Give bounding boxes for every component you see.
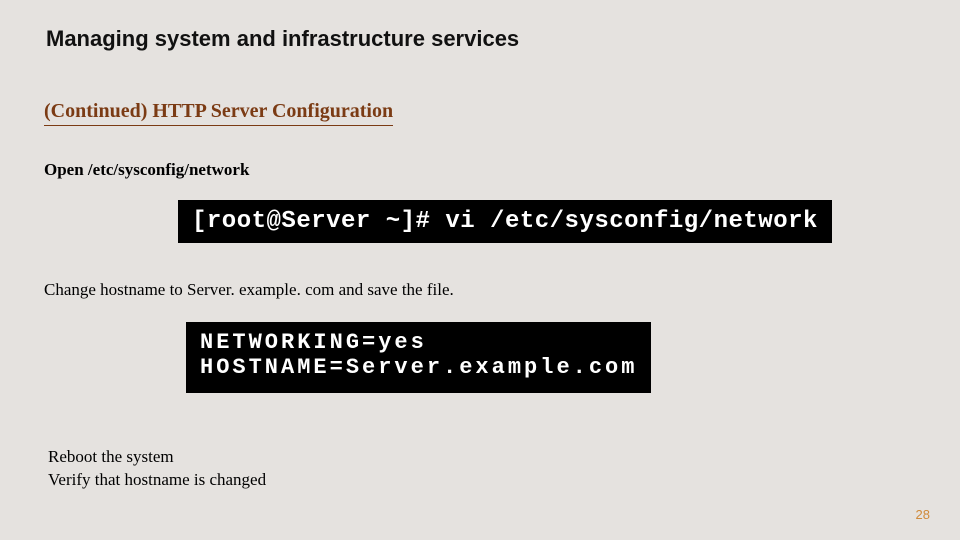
page-number: 28 <box>916 507 930 522</box>
instruction-change-hostname: Change hostname to Server. example. com … <box>44 280 454 300</box>
section-heading: (Continued) HTTP Server Configuration <box>44 100 393 126</box>
terminal-file-content: NETWORKING=yes HOSTNAME=Server.example.c… <box>186 322 651 393</box>
instruction-verify: Verify that hostname is changed <box>48 470 266 490</box>
instruction-reboot: Reboot the system <box>48 447 174 467</box>
instruction-open-file: Open /etc/sysconfig/network <box>44 160 249 180</box>
slide: Managing system and infrastructure servi… <box>0 0 960 540</box>
terminal-command: [root@Server ~]# vi /etc/sysconfig/netwo… <box>178 200 832 243</box>
slide-title: Managing system and infrastructure servi… <box>46 26 519 52</box>
